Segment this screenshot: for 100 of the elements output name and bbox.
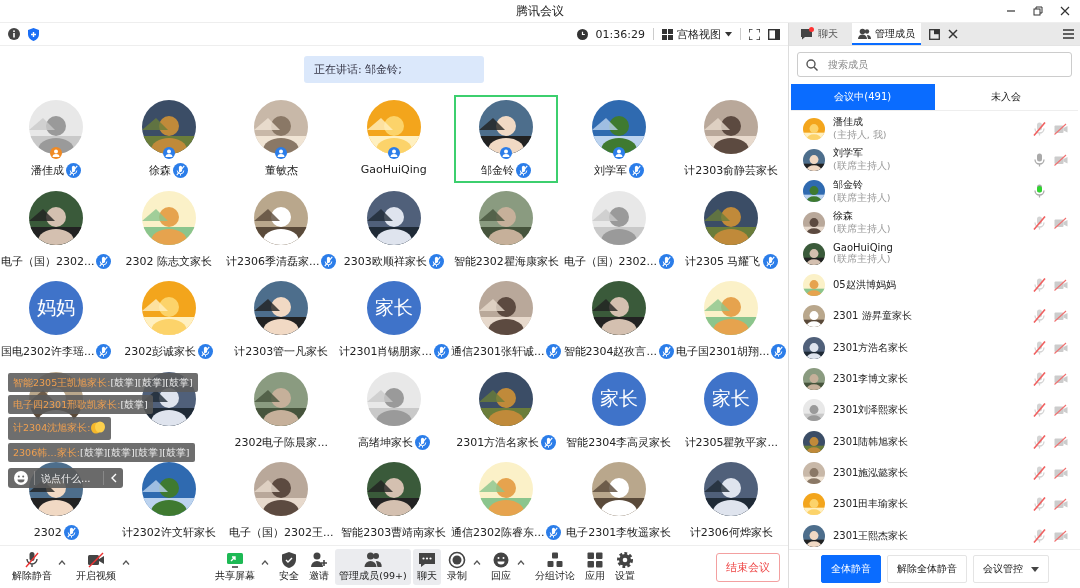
caret-icon[interactable] (58, 559, 66, 565)
caret-icon[interactable] (122, 559, 130, 565)
panel-button[interactable]: 解除全体静音 (886, 555, 967, 583)
blocks-icon (545, 551, 564, 569)
microphone-icon[interactable] (1033, 497, 1046, 512)
toolbar-button[interactable]: 共享屏幕 (211, 549, 260, 585)
collapse-chevron-icon[interactable] (110, 473, 117, 483)
microphone-icon[interactable] (1033, 278, 1046, 293)
chat-message: 2306韩…家长:[鼓掌][鼓掌][鼓掌][鼓掌] (8, 443, 195, 462)
speech-bubble-icon (417, 551, 436, 569)
participant-name: 通信2302陈睿东... (451, 525, 545, 540)
camera-off-icon[interactable] (1054, 498, 1068, 511)
participant-name: 国电2302许李瑶... (1, 344, 95, 359)
segment-tab[interactable]: 会议中(491) (791, 84, 935, 111)
panel-tab[interactable]: 管理成员 (852, 23, 921, 45)
participant-name: 计2305 马耀飞 (685, 253, 761, 269)
camera-off-icon[interactable] (1054, 435, 1068, 448)
microphone-icon[interactable] (1033, 434, 1046, 449)
member-name: 2301刘泽熙家长 (833, 403, 909, 418)
camera-off-icon[interactable] (1054, 153, 1068, 166)
participant-name: 计2302许文轩家长 (121, 525, 216, 540)
microphone-icon[interactable] (1033, 403, 1046, 418)
smiley-icon (491, 551, 510, 569)
info-icon[interactable] (8, 28, 20, 40)
participant-name: 2303欧顺祥家长 (343, 253, 427, 269)
participant-name: 计2301肖锡朋家... (338, 344, 432, 359)
caret-icon[interactable] (516, 559, 525, 565)
muted-microphone-icon (23, 551, 41, 569)
toolbar-button[interactable]: 应用 (580, 549, 609, 585)
camera-off-icon[interactable] (1054, 310, 1068, 323)
participant-name: 电子国2301胡翔... (676, 344, 770, 359)
camera-off-icon[interactable] (1054, 373, 1068, 385)
fullscreen-icon[interactable] (749, 28, 760, 40)
microphone-icon[interactable] (1033, 372, 1046, 386)
participant-name: 2302电子陈晨家... (234, 434, 328, 450)
camera-off-icon[interactable] (1054, 404, 1068, 417)
participant-name: 计2303管一凡家长 (234, 344, 329, 359)
end-meeting-button[interactable]: 结束会议 (716, 552, 780, 582)
microphone-icon[interactable] (1033, 309, 1046, 324)
view-mode-button[interactable]: 宫格视图 (662, 26, 732, 42)
participant-name: 刘学军 (593, 163, 627, 178)
caret-icon[interactable] (261, 559, 270, 565)
microphone-icon[interactable] (1033, 121, 1046, 136)
participant-name: 董敏杰 (264, 163, 298, 178)
toolbar-button[interactable]: 邀请 (305, 549, 334, 585)
chat-input-bar[interactable]: 说点什么... (8, 468, 123, 488)
member-name: GaoHuiQing (833, 241, 893, 253)
camera-off-icon[interactable] (1054, 466, 1068, 479)
toolbar-button[interactable]: 管理成员(99+) (335, 549, 411, 585)
person-plus-icon (310, 551, 329, 569)
participant-name: 2302彭诚家长 (124, 344, 197, 359)
member-name: 徐森 (833, 209, 854, 223)
camera-off-icon[interactable] (1054, 341, 1068, 354)
menu-icon[interactable] (1063, 29, 1074, 39)
toolbar-button[interactable]: 开启视频 (72, 549, 120, 585)
participant-name: 邹金铃 (481, 163, 515, 178)
search-input[interactable]: 搜索成员 (826, 58, 1063, 71)
microphone-icon[interactable] (1033, 465, 1046, 480)
microphone-icon[interactable] (1033, 152, 1046, 167)
toolbar-button[interactable]: 回应 (486, 549, 515, 585)
microphone-icon[interactable] (1033, 215, 1046, 230)
microphone-icon[interactable] (1033, 184, 1046, 199)
toolbar-button[interactable]: 安全 (275, 549, 304, 585)
close-icon[interactable] (948, 29, 958, 39)
caret-icon[interactable] (472, 559, 481, 565)
member-role: (联席主持人) (833, 223, 891, 237)
panel-tab[interactable]: 聊天 (795, 23, 844, 45)
restore-icon[interactable] (1033, 6, 1043, 16)
search-icon (806, 58, 818, 71)
sidebar-toggle-icon[interactable] (768, 28, 780, 40)
panel-button[interactable]: 全体静音 (820, 555, 881, 583)
panel-button[interactable]: 会议管控 (972, 555, 1049, 583)
participant-name: 计2306何烨家长 (689, 525, 773, 540)
member-name: 2301陆韩旭家长 (833, 434, 909, 449)
chat-icon (801, 28, 814, 40)
shield-icon[interactable] (28, 27, 39, 41)
toolbar-button[interactable]: 设置 (610, 549, 639, 585)
chat-input-field[interactable]: 说点什么... (41, 471, 97, 485)
search-field[interactable]: 搜索成员 (797, 52, 1072, 77)
participant-name: 通信2301张轩诚... (451, 344, 545, 359)
camera-off-icon[interactable] (1054, 216, 1068, 229)
toolbar-button[interactable]: 录制 (442, 549, 471, 585)
emoji-icon[interactable] (14, 471, 28, 485)
toolbar-button[interactable]: 分组讨论 (530, 549, 579, 585)
close-icon[interactable] (1060, 6, 1070, 16)
clapping-hands-icon (90, 420, 107, 434)
toolbar-button[interactable]: 聊天 (412, 549, 441, 585)
camera-off-icon[interactable] (1054, 122, 1068, 135)
chat-message: 智能2305王凯旭家长:[鼓掌][鼓掌][鼓掌] (8, 373, 198, 392)
participant-name: 2302 陈志文家长 (125, 253, 212, 269)
popout-icon[interactable] (929, 28, 940, 40)
participant-name: 智能2303曹靖南家长 (341, 525, 447, 540)
camera-off-icon[interactable] (1054, 279, 1068, 292)
participant-name: 2302 (33, 526, 62, 539)
camera-off-icon[interactable] (1054, 529, 1068, 542)
gear-icon (615, 551, 634, 569)
microphone-icon[interactable] (1033, 340, 1046, 355)
participant-name: 智能2304赵孜言... (563, 344, 657, 359)
toolbar-button[interactable]: 解除静音 (8, 549, 56, 585)
microphone-icon[interactable] (1033, 528, 1046, 543)
